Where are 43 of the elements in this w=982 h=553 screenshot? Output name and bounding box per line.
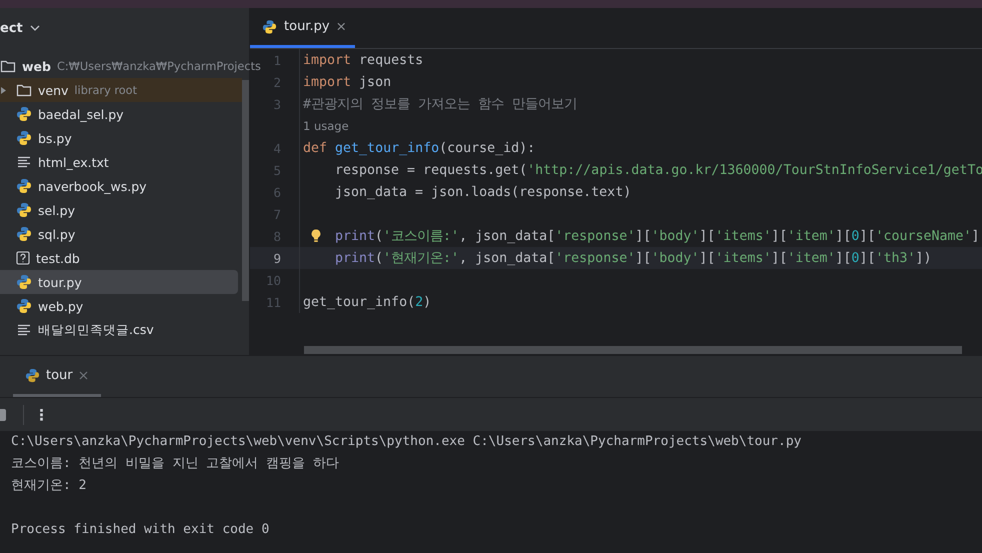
console-output: Process finished with exit code 0 <box>11 521 270 539</box>
text-file-icon <box>16 323 32 337</box>
editor-tab[interactable]: tour.py <box>250 8 355 48</box>
caret-right-icon[interactable] <box>1 86 6 94</box>
python-icon <box>16 298 32 314</box>
scrollbar[interactable] <box>242 80 249 301</box>
python-icon <box>16 226 32 242</box>
python-icon <box>25 368 40 382</box>
python-icon <box>16 274 32 290</box>
python-icon <box>16 202 32 218</box>
python-icon <box>262 18 278 34</box>
tree-item[interactable]: tour.py <box>0 270 238 294</box>
tree-item[interactable]: naverbook_ws.py <box>0 174 242 198</box>
tree-item[interactable]: sel.py <box>0 198 242 222</box>
console-output: 코스이름: 천년의 비밀을 지닌 고찰에서 캠핑을 하다 <box>11 455 340 473</box>
folder-icon <box>0 59 16 73</box>
usage-hint[interactable]: 1 usage <box>303 119 349 133</box>
scrollbar[interactable] <box>304 346 962 354</box>
chevron-down-icon[interactable] <box>30 25 40 31</box>
run-tab[interactable]: tour <box>13 356 101 397</box>
tree-item[interactable]: baedal_sel.py <box>0 102 242 126</box>
close-icon[interactable] <box>336 22 345 31</box>
python-icon <box>16 178 32 194</box>
tree-item[interactable]: web.py <box>0 294 242 318</box>
tree-item[interactable]: venv library root <box>0 78 242 102</box>
panel-title[interactable]: ect <box>0 20 23 36</box>
unknown-file-icon <box>16 251 30 265</box>
tree-item[interactable]: web C:₩Users₩anzka₩PycharmProjects <box>0 54 261 78</box>
stop-icon[interactable] <box>0 408 6 420</box>
close-icon[interactable] <box>78 370 88 380</box>
more-menu-button[interactable]: ⋮ <box>34 406 49 424</box>
tree-item[interactable]: 배달의민족댓글.csv <box>0 318 242 342</box>
python-icon <box>16 130 32 146</box>
tree-item[interactable]: bs.py <box>0 126 242 150</box>
console-output: C:\Users\anzka\PycharmProjects\web\venv\Scripts\python.exe C:\Users\anzka\PycharmProjects\web\tour.py <box>11 433 802 451</box>
text-file-icon <box>16 155 32 169</box>
python-icon <box>16 106 32 122</box>
console-output: 현재기온: 2 <box>11 477 88 495</box>
folder-icon <box>16 83 32 97</box>
tree-item[interactable]: test.db <box>0 246 242 270</box>
lightbulb-icon[interactable] <box>311 229 321 243</box>
tree-item[interactable]: sql.py <box>0 222 242 246</box>
tree-item[interactable]: html_ex.txt <box>0 150 242 174</box>
